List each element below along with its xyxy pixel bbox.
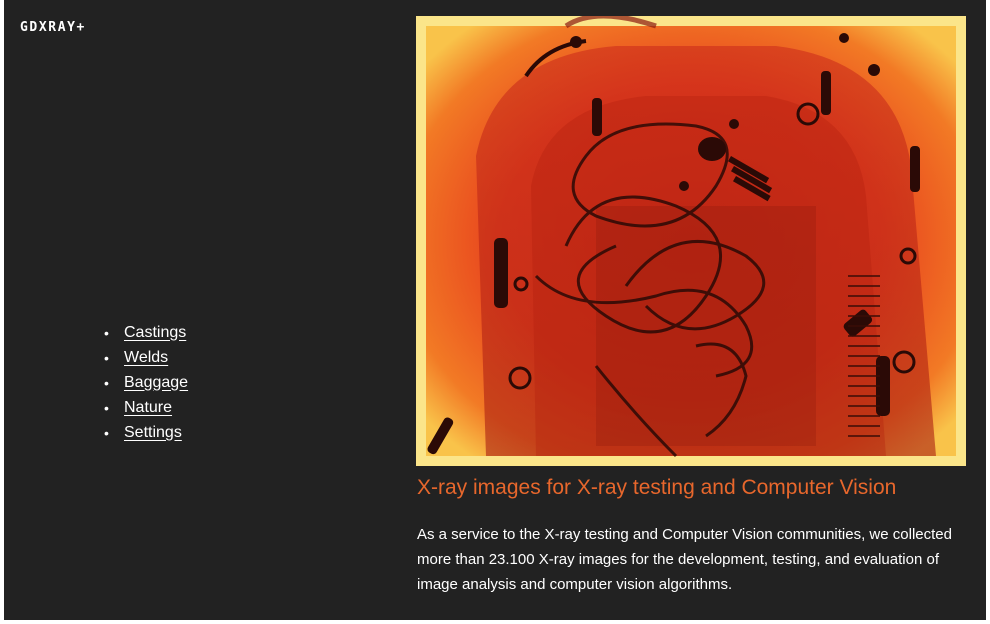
brand-logo[interactable]: GDXRAY+ — [20, 20, 86, 35]
bullet-icon: • — [104, 349, 109, 366]
hero-xray-image — [416, 16, 966, 466]
nav-link-nature[interactable]: Nature — [124, 399, 172, 417]
bullet-icon: • — [104, 324, 109, 341]
nav-item-castings: • Castings — [100, 320, 188, 345]
nav-link-castings[interactable]: Castings — [124, 324, 186, 342]
page-headline: X-ray images for X-ray testing and Compu… — [417, 476, 897, 499]
nav-item-settings: • Settings — [100, 420, 188, 445]
nav-link-settings[interactable]: Settings — [124, 424, 182, 442]
bullet-icon: • — [104, 424, 109, 441]
nav-item-welds: • Welds — [100, 345, 188, 370]
nav-item-baggage: • Baggage — [100, 370, 188, 395]
page: GDXRAY+ • Castings • Welds • Baggage • N… — [4, 0, 986, 620]
bullet-icon: • — [104, 399, 109, 416]
page-description: As a service to the X-ray testing and Co… — [417, 526, 952, 593]
bullet-icon: • — [104, 374, 109, 391]
nav-link-welds[interactable]: Welds — [124, 349, 168, 367]
nav-link-baggage[interactable]: Baggage — [124, 374, 188, 392]
xray-backpack-illustration — [416, 16, 966, 466]
nav-item-nature: • Nature — [100, 395, 188, 420]
nav-list: • Castings • Welds • Baggage • Nature • … — [100, 320, 188, 445]
